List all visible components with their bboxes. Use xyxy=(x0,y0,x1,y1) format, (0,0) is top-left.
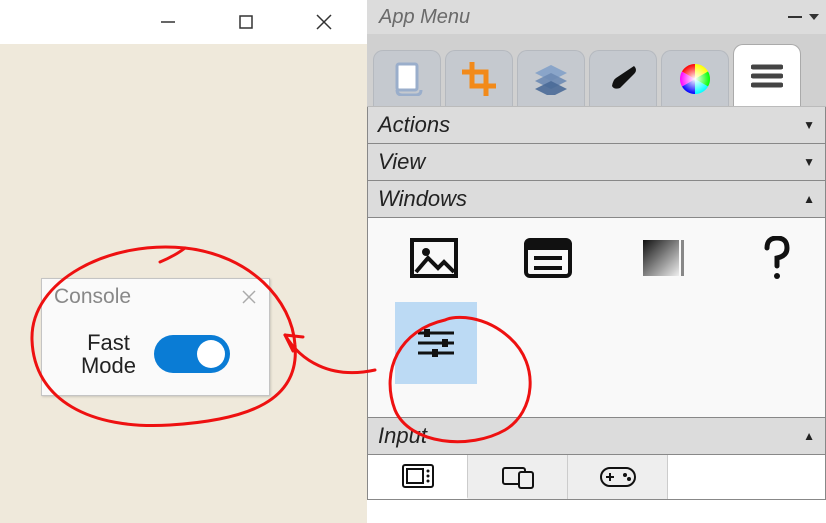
tablet-icon xyxy=(401,463,435,489)
fast-mode-toggle[interactable] xyxy=(154,335,230,373)
tab-page[interactable] xyxy=(373,50,441,106)
page-icon xyxy=(391,62,423,96)
layers-icon xyxy=(533,63,569,95)
input-tab-tablet[interactable] xyxy=(368,455,468,499)
windows-item-gradient[interactable] xyxy=(635,228,691,288)
close-button[interactable] xyxy=(285,0,363,44)
minimize-button[interactable] xyxy=(129,0,207,44)
tab-brush[interactable] xyxy=(589,50,657,106)
windows-item-console[interactable] xyxy=(395,302,477,384)
close-icon[interactable] xyxy=(237,285,261,309)
help-icon xyxy=(759,236,795,280)
menu-body: Actions ▼ View ▼ Windows ▲ xyxy=(367,106,826,523)
maximize-button[interactable] xyxy=(207,0,285,44)
panel-minimize-icon[interactable] xyxy=(788,10,802,24)
app-menu-title: App Menu xyxy=(379,6,470,29)
console-titlebar[interactable]: Console xyxy=(42,279,269,315)
devices-icon xyxy=(501,464,535,490)
window-titlebar xyxy=(0,0,367,44)
console-body: Fast Mode xyxy=(42,315,269,393)
panel-menu-icon[interactable] xyxy=(808,11,820,23)
brush-icon xyxy=(606,62,640,96)
tab-menu[interactable] xyxy=(733,44,801,106)
hamburger-icon xyxy=(751,63,783,89)
color-wheel-icon xyxy=(678,62,712,96)
tab-strip xyxy=(367,34,826,106)
console-title: Console xyxy=(54,285,131,309)
image-preview-icon xyxy=(410,238,458,278)
input-tab-devices[interactable] xyxy=(468,455,568,499)
chevron-up-icon: ▲ xyxy=(803,429,815,443)
windows-section-content xyxy=(367,218,826,418)
sliders-icon xyxy=(414,323,458,363)
input-tab-gamepad[interactable] xyxy=(568,455,668,499)
console-panel[interactable]: Console Fast Mode xyxy=(41,278,270,396)
section-windows[interactable]: Windows ▲ xyxy=(367,180,826,218)
input-tabs xyxy=(367,454,826,500)
chevron-down-icon: ▼ xyxy=(803,118,815,132)
windows-item-preview[interactable] xyxy=(406,228,462,288)
tab-crop[interactable] xyxy=(445,50,513,106)
gradient-icon xyxy=(641,238,685,278)
section-view[interactable]: View ▼ xyxy=(367,143,826,181)
app-menu-panel: App Menu xyxy=(367,0,826,523)
toggle-knob xyxy=(197,340,225,368)
section-input[interactable]: Input ▲ xyxy=(367,417,826,455)
app-menu-titlebar[interactable]: App Menu xyxy=(367,0,826,34)
section-actions[interactable]: Actions ▼ xyxy=(367,106,826,144)
chevron-down-icon: ▼ xyxy=(803,155,815,169)
tab-layers[interactable] xyxy=(517,50,585,106)
list-icon xyxy=(524,238,572,278)
crop-icon xyxy=(462,62,496,96)
gamepad-icon xyxy=(599,466,637,488)
windows-item-help[interactable] xyxy=(749,228,805,288)
chevron-up-icon: ▲ xyxy=(803,192,815,206)
tab-color[interactable] xyxy=(661,50,729,106)
canvas-window xyxy=(0,0,367,523)
windows-item-list[interactable] xyxy=(520,228,576,288)
fast-mode-label: Fast Mode xyxy=(81,331,136,377)
